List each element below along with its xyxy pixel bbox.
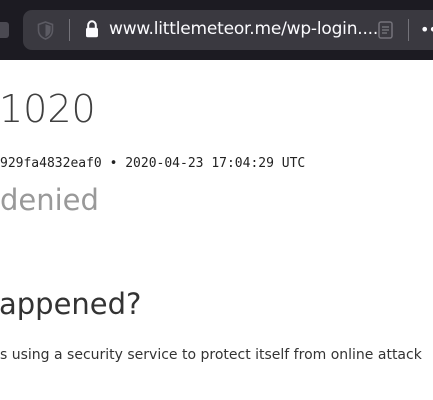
- url-text[interactable]: www.littlemeteor.me/wp-login....: [109, 17, 378, 41]
- toolbar-edge-button[interactable]: [0, 22, 9, 38]
- access-denied-text: denied: [0, 183, 99, 217]
- lock-icon[interactable]: [85, 20, 99, 38]
- what-happened-heading: appened?: [0, 287, 142, 321]
- browser-window: www.littlemeteor.me/wp-login.... •• 1020…: [0, 0, 433, 400]
- error-code-heading: 1020: [0, 87, 96, 131]
- more-icon[interactable]: ••: [420, 22, 433, 38]
- browser-toolbar: www.littlemeteor.me/wp-login.... ••: [0, 0, 433, 60]
- reader-view-icon[interactable]: [378, 21, 393, 39]
- address-bar-separator: [69, 19, 70, 41]
- address-bar-separator-2: [408, 19, 409, 41]
- ray-id-timestamp: 929fa4832eaf0 • 2020-04-23 17:04:29 UTC: [0, 156, 306, 171]
- error-description: s using a security service to protect it…: [0, 347, 422, 363]
- shield-icon[interactable]: [37, 21, 54, 40]
